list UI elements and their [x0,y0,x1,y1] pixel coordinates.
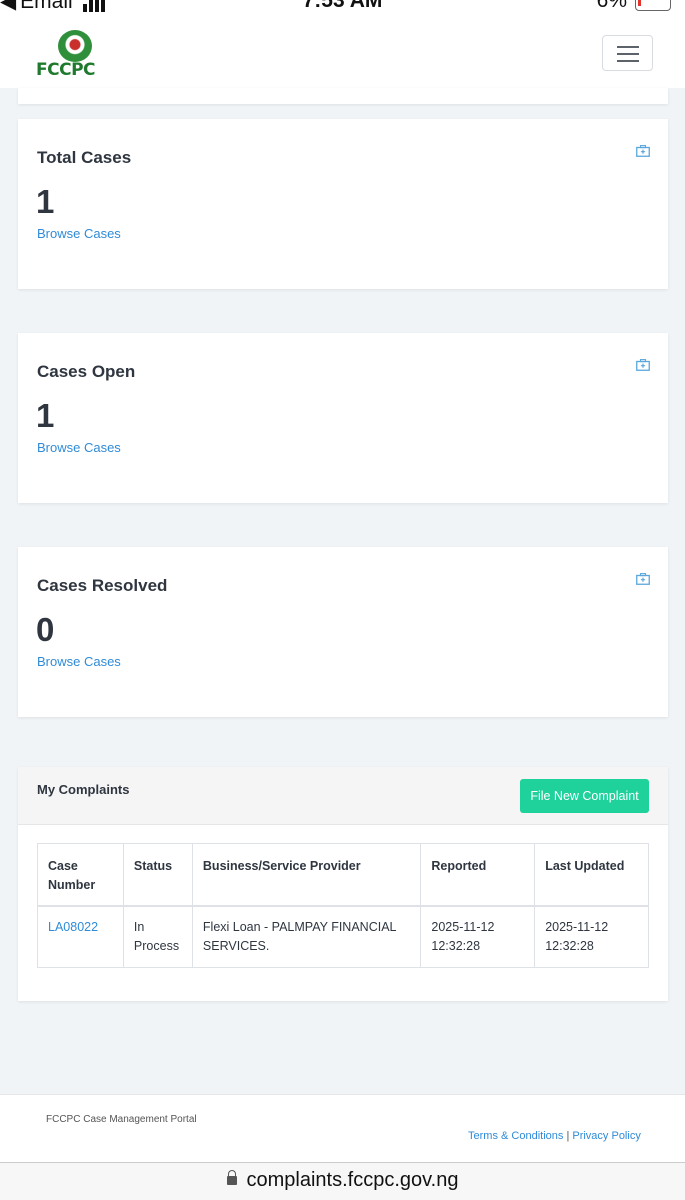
my-complaints-panel: My Complaints File New Complaint Case Nu… [18,767,668,1001]
medical-kit-icon [636,359,650,371]
browser-address-bar[interactable]: complaints.fccpc.gov.ng [0,1162,685,1200]
column-header: Reported [420,843,536,906]
battery-percent: 6% [596,0,627,12]
case-number-link[interactable]: LA08022 [48,920,98,934]
complaints-table: Case Number Status Business/Service Prov… [37,843,649,968]
privacy-link[interactable]: Privacy Policy [572,1130,640,1142]
page-footer: FCCPC Case Management Portal Terms & Con… [0,1094,685,1162]
medical-kit-icon [636,573,650,585]
cases-resolved-card: Cases Resolved 0 Browse Cases [18,547,668,717]
last-updated-cell: 2025-11-12 12:32:28 [534,905,649,968]
status-bar: ◀ Email 7:53 AM 6% [0,0,685,12]
column-header: Status [122,843,193,906]
status-cell: In Process [122,905,193,968]
file-new-complaint-button[interactable]: File New Complaint [520,779,649,813]
card-title: Total Cases [37,148,132,167]
footer-separator: | [566,1130,570,1142]
table-row: LA08022 In Process Flexi Loan - PALMPAY … [37,905,649,968]
coat-of-arms-icon [58,30,92,62]
panel-header: My Complaints File New Complaint [18,767,668,825]
clock: 7:53 AM [302,0,383,12]
provider-cell: Flexi Loan - PALMPAY FINANCIAL SERVICES. [191,905,422,968]
column-header: Last Updated [534,843,649,906]
menu-toggle-button[interactable] [602,35,653,71]
logo-wordmark: FCCPC [36,60,96,80]
top-navbar: FCCPC [0,12,685,88]
terms-link[interactable]: Terms & Conditions [468,1130,563,1142]
footer-links: Terms & Conditions | Privacy Policy [468,1130,641,1142]
table-header-row: Case Number Status Business/Service Prov… [37,843,649,906]
card-count: 1 [36,397,55,434]
cases-open-card: Cases Open 1 Browse Cases [18,333,668,503]
card-title: Cases Resolved [37,576,168,595]
total-cases-card: Total Cases 1 Browse Cases [18,119,668,289]
medical-kit-icon [636,145,650,157]
column-header: Case Number [37,843,124,906]
case-number-cell: LA08022 [37,905,124,968]
browse-cases-link[interactable]: Browse Cases [37,226,121,241]
lock-icon [226,1170,237,1185]
card-title: Cases Open [37,362,136,381]
browse-cases-link[interactable]: Browse Cases [37,654,121,669]
card-count: 1 [36,183,55,220]
browse-cases-link[interactable]: Browse Cases [37,440,121,455]
fccpc-logo[interactable]: FCCPC [36,30,116,80]
reported-cell: 2025-11-12 12:32:28 [420,905,536,968]
battery-icon [635,0,671,11]
column-header: Business/Service Provider [191,843,422,906]
previous-card-edge [18,88,668,104]
footer-brand: FCCPC Case Management Portal [46,1114,197,1125]
panel-title: My Complaints [37,782,130,797]
url-text[interactable]: complaints.fccpc.gov.ng [247,1169,459,1191]
card-count: 0 [36,611,55,648]
